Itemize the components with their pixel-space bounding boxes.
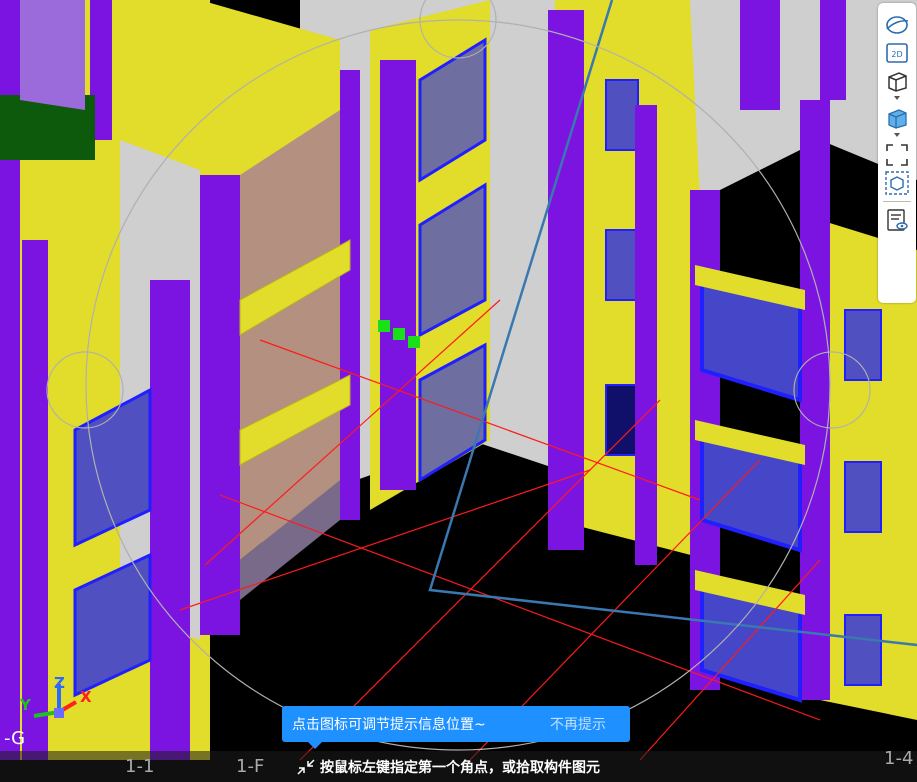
far-right-window-3 (844, 614, 882, 686)
axis-x-label: X (80, 688, 92, 706)
hint-tooltip[interactable]: 点击图标可调节提示信息位置~ 不再提示 (282, 706, 630, 749)
svg-text:2D: 2D (891, 50, 902, 59)
right-column-4 (820, 0, 846, 100)
properties-view-button[interactable] (882, 206, 912, 234)
toolbar-divider (883, 201, 911, 202)
cube-solid-icon (888, 109, 907, 129)
right-column-3 (740, 0, 780, 110)
cube-outline-icon (888, 72, 907, 92)
chevron-down-icon[interactable] (894, 133, 900, 137)
grid-axis-label-right: 1-4 (884, 748, 914, 769)
view-2d-button[interactable]: 2D (882, 39, 912, 67)
mid-right-window-3 (605, 384, 639, 456)
dont-show-again-button[interactable]: 不再提示 (550, 714, 606, 734)
far-right-window-1 (844, 309, 882, 381)
center-column (380, 60, 416, 490)
view-cube-outline-button[interactable] (882, 67, 912, 95)
left-column-6 (340, 70, 360, 520)
mid-right-column (548, 10, 584, 550)
fullscreen-button[interactable] (882, 141, 912, 169)
shrink-arrows-icon (297, 759, 315, 775)
left-column-5 (200, 175, 240, 635)
axis-z-label: Z (54, 674, 65, 692)
mid-right-window-2 (605, 229, 639, 301)
view-cube-solid-button[interactable] (882, 104, 912, 132)
axis-gizmo[interactable]: Z Y X (14, 674, 104, 744)
left-column-4 (150, 280, 190, 760)
document-eye-icon (887, 209, 908, 231)
tooltip-arrow (308, 742, 322, 749)
grid-axis-label-left: 1-1 (125, 756, 155, 777)
orbit-view-button[interactable] (882, 11, 912, 39)
far-right-window-2 (844, 461, 882, 533)
hint-tooltip-message: 点击图标可调节提示信息位置~ (292, 717, 486, 733)
command-prompt-text: 按鼠标左键指定第一个角点，或拾取构件图元 (320, 760, 600, 776)
grid-axis-label-side: -G (4, 728, 26, 749)
green-marker-1 (378, 320, 390, 332)
green-marker-2 (393, 328, 405, 340)
mid-right-pillar (635, 105, 657, 565)
3d-viewport[interactable] (0, 0, 917, 782)
orbit-icon (886, 16, 909, 34)
chevron-down-icon[interactable] (894, 96, 900, 100)
grid-axis-label-middle: 1-F (236, 756, 265, 777)
fullscreen-icon (886, 144, 908, 166)
command-prompt: 按鼠标左键指定第一个角点，或拾取构件图元 (296, 757, 600, 777)
2d-view-icon: 2D (886, 43, 908, 63)
selection-cube-icon (885, 171, 909, 195)
view-toolbar: 2D (878, 3, 916, 303)
view-selection-button[interactable] (882, 169, 912, 197)
axis-y-label: Y (20, 696, 31, 714)
left-top-windows (20, 0, 85, 110)
green-marker-3 (408, 336, 420, 348)
mid-right-window-1 (605, 79, 639, 151)
